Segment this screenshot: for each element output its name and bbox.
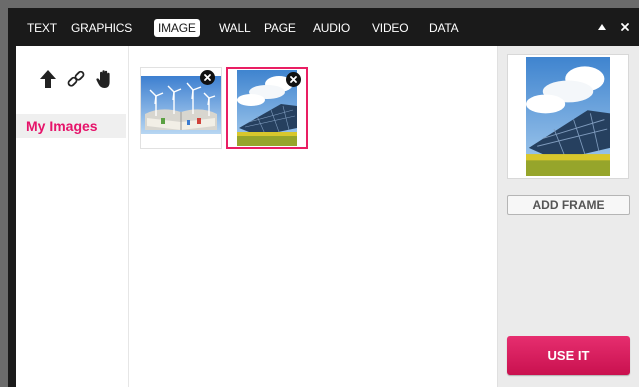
content-area: My Images ADD FRAME USE IT [16,46,639,387]
tab-bar: TEXT GRAPHICS IMAGE WALL PAGE AUDIO VIDE… [8,8,639,46]
triangle-up-icon[interactable] [597,18,607,37]
image-thumbnail-wind-turbines[interactable] [140,67,222,149]
sidebar-item-my-images[interactable]: My Images [16,114,126,138]
solar-panels-preview-image [526,57,610,176]
tab-wall[interactable]: WALL [219,19,251,37]
image-preview [507,54,629,179]
tab-audio[interactable]: AUDIO [313,19,350,37]
tab-video[interactable]: VIDEO [372,19,409,37]
image-thumbnail-solar-panels[interactable] [226,67,308,149]
tab-data[interactable]: DATA [429,19,459,37]
source-sidebar: My Images [16,46,129,387]
use-it-button[interactable]: USE IT [507,336,630,375]
preview-panel: ADD FRAME USE IT [497,46,639,387]
tab-text[interactable]: TEXT [27,19,57,37]
add-frame-button[interactable]: ADD FRAME [507,195,630,215]
remove-image-icon[interactable] [200,70,215,85]
upload-arrow-icon[interactable] [37,68,59,90]
hand-icon[interactable] [94,68,116,90]
tab-page[interactable]: PAGE [264,19,296,37]
tab-graphics[interactable]: GRAPHICS [71,19,132,37]
link-icon[interactable] [65,68,87,90]
remove-image-icon[interactable] [286,72,301,87]
tab-image[interactable]: IMAGE [154,19,200,37]
image-picker-panel: TEXT GRAPHICS IMAGE WALL PAGE AUDIO VIDE… [8,8,639,387]
close-icon[interactable] [620,18,630,37]
